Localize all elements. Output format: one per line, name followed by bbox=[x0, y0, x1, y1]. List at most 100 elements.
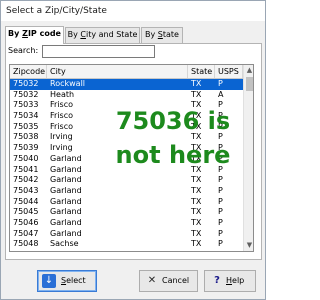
cell-state: TX bbox=[191, 89, 202, 99]
table-row[interactable]: 75047 Garland TX P bbox=[10, 229, 243, 240]
cell-city: Irving bbox=[50, 143, 73, 153]
table-row[interactable]: 75048 Sachse TX P bbox=[10, 239, 243, 250]
cell-city: Garland bbox=[50, 228, 82, 238]
cell-city: Garland bbox=[50, 175, 82, 185]
cancel-button-label: Cancel bbox=[162, 276, 190, 285]
cell-zipcode: 75038 bbox=[13, 132, 39, 142]
cell-usps: P bbox=[218, 207, 223, 217]
tab-city-and-state[interactable]: By City and State bbox=[65, 27, 140, 43]
column-header-usps[interactable]: USPS bbox=[215, 65, 243, 78]
scroll-up-icon[interactable]: ▲ bbox=[244, 65, 253, 76]
tab-zip-code-label: By ZIP code bbox=[8, 29, 61, 38]
cell-state: TX bbox=[191, 228, 202, 238]
cell-zipcode: 75046 bbox=[13, 217, 39, 227]
cell-city: Frisco bbox=[50, 121, 73, 131]
cell-state: TX bbox=[191, 217, 202, 227]
table-row[interactable]: 75040 Garland TX P bbox=[10, 154, 243, 165]
cell-state: TX bbox=[191, 153, 202, 163]
cell-city: Garland bbox=[50, 164, 82, 174]
cell-state: TX bbox=[191, 100, 202, 110]
select-arrow-icon: ↓ bbox=[42, 274, 56, 288]
table-row[interactable]: 75035 Frisco TX P bbox=[10, 122, 243, 133]
cell-state: TX bbox=[191, 175, 202, 185]
cell-city: Frisco bbox=[50, 111, 73, 121]
cell-city: Garland bbox=[50, 185, 82, 195]
select-button[interactable]: ↓ Select bbox=[37, 270, 97, 292]
cell-zipcode: 75045 bbox=[13, 207, 39, 217]
cell-usps: P bbox=[218, 79, 223, 88]
table-row[interactable]: 75034 Frisco TX P bbox=[10, 111, 243, 122]
search-label: Search: bbox=[8, 46, 39, 55]
cell-usps: P bbox=[218, 121, 223, 131]
scroll-down-icon[interactable]: ▼ bbox=[244, 240, 253, 251]
cell-usps: P bbox=[218, 111, 223, 121]
table-row[interactable]: 75032 Heath TX A bbox=[10, 90, 243, 101]
table-row[interactable]: 75044 Garland TX P bbox=[10, 197, 243, 208]
table-row[interactable]: 75033 Frisco TX P bbox=[10, 100, 243, 111]
close-icon: ✕ bbox=[147, 275, 157, 286]
cell-zipcode: 75041 bbox=[13, 164, 39, 174]
table-row[interactable]: 75032 Rockwall TX P bbox=[10, 79, 243, 90]
cell-city: Sachse bbox=[50, 239, 79, 249]
cell-city: Irving bbox=[50, 132, 73, 142]
cell-city: Rockwall bbox=[50, 79, 86, 88]
cell-state: TX bbox=[191, 79, 202, 88]
cell-city: Heath bbox=[50, 89, 75, 99]
cell-usps: P bbox=[218, 153, 223, 163]
zip-results-grid[interactable]: Zipcode City State USPS 75032 Rockwall TX P… bbox=[9, 64, 254, 252]
cell-usps: P bbox=[218, 228, 223, 238]
cell-state: TX bbox=[191, 164, 202, 174]
table-row[interactable]: 75043 Garland TX P bbox=[10, 186, 243, 197]
help-button-label: Help bbox=[226, 276, 245, 285]
cell-zipcode: 75047 bbox=[13, 228, 39, 238]
cell-zipcode: 75048 bbox=[13, 239, 39, 249]
vertical-scrollbar[interactable]: ▲ ▼ bbox=[243, 65, 253, 251]
cell-city: Garland bbox=[50, 217, 82, 227]
table-row[interactable]: 75038 Irving TX P bbox=[10, 132, 243, 143]
grid-rows: 75032 Rockwall TX P 75032 Heath TX A 75033 Frisco… bbox=[10, 79, 243, 250]
cell-state: TX bbox=[191, 207, 202, 217]
table-row[interactable]: 75041 Garland TX P bbox=[10, 165, 243, 176]
cell-usps: P bbox=[218, 132, 223, 142]
select-button-label: Select bbox=[61, 276, 86, 285]
column-header-state[interactable]: State bbox=[188, 65, 215, 78]
tab-state[interactable]: By State bbox=[141, 27, 183, 43]
cell-state: TX bbox=[191, 239, 202, 249]
cell-state: TX bbox=[191, 132, 202, 142]
cell-state: TX bbox=[191, 111, 202, 121]
table-row[interactable]: 75046 Garland TX P bbox=[10, 218, 243, 229]
cell-city: Garland bbox=[50, 153, 82, 163]
cell-zipcode: 75032 bbox=[13, 79, 39, 88]
cell-state: TX bbox=[191, 196, 202, 206]
cell-zipcode: 75039 bbox=[13, 143, 39, 153]
cell-usps: P bbox=[218, 185, 223, 195]
cell-city: Frisco bbox=[50, 100, 73, 110]
window-title: Select a Zip/City/State bbox=[1, 1, 265, 21]
table-row[interactable]: 75039 Irving TX P bbox=[10, 143, 243, 154]
cell-usps: P bbox=[218, 196, 223, 206]
tab-city-and-state-label: By City and State bbox=[67, 30, 138, 39]
cell-usps: P bbox=[218, 100, 223, 110]
table-row[interactable]: 75045 Garland TX P bbox=[10, 207, 243, 218]
tab-strip: By ZIP code By City and State By State bbox=[5, 26, 263, 44]
cell-zipcode: 75033 bbox=[13, 100, 39, 110]
scroll-thumb[interactable] bbox=[246, 77, 253, 91]
table-row[interactable]: 75042 Garland TX P bbox=[10, 175, 243, 186]
grid-header: Zipcode City State USPS bbox=[10, 65, 243, 79]
column-header-city[interactable]: City bbox=[47, 65, 188, 78]
search-input[interactable] bbox=[42, 45, 155, 58]
dialog-window: Select a Zip/City/State By ZIP code By C… bbox=[0, 0, 266, 300]
cell-zipcode: 75034 bbox=[13, 111, 39, 121]
help-button[interactable]: ? Help bbox=[204, 270, 256, 292]
cell-state: TX bbox=[191, 143, 202, 153]
cell-zipcode: 75040 bbox=[13, 153, 39, 163]
cancel-button[interactable]: ✕ Cancel bbox=[139, 270, 198, 292]
question-icon: ? bbox=[214, 275, 220, 286]
column-header-zipcode[interactable]: Zipcode bbox=[10, 65, 47, 78]
tab-state-label: By State bbox=[145, 30, 179, 39]
cell-zipcode: 75035 bbox=[13, 121, 39, 131]
cell-state: TX bbox=[191, 121, 202, 131]
cell-zipcode: 75032 bbox=[13, 89, 39, 99]
tab-zip-code[interactable]: By ZIP code bbox=[5, 26, 64, 44]
cell-usps: P bbox=[218, 217, 223, 227]
